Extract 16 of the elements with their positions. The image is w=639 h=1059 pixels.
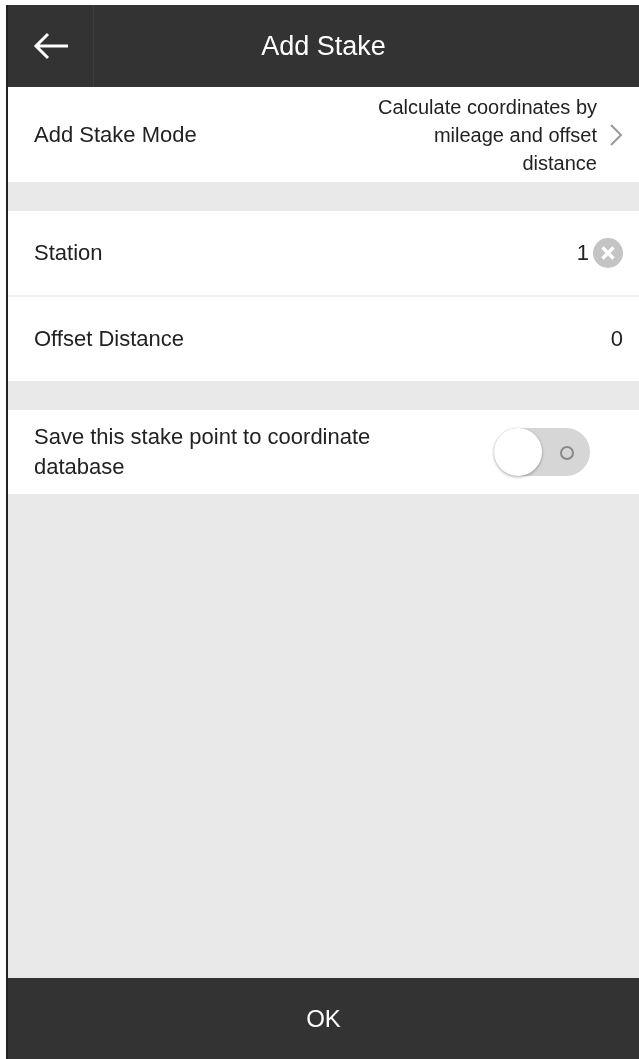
mode-value: Calculate coordinates by mileage and offset distance [377, 94, 597, 176]
mode-row[interactable]: Add Stake Mode Calculate coordinates by mileage and offset distance [8, 87, 639, 182]
field-label: Offset Distance [34, 326, 185, 352]
field-value: 0 [610, 326, 623, 352]
clear-icon[interactable] [593, 238, 623, 268]
field-label: Station [34, 240, 104, 266]
chevron-right-icon [609, 122, 623, 147]
back-arrow-icon [31, 31, 70, 61]
screen-title: Add Stake [260, 30, 387, 62]
ok-button[interactable]: OK [8, 978, 639, 1059]
mode-label: Add Stake Mode [34, 121, 198, 148]
field-row[interactable]: Offset Distance 0 [8, 295, 639, 381]
field-row[interactable]: Station 1 [8, 211, 639, 295]
save-option-label: Save this stake point to coordinate database [34, 423, 372, 481]
toggle-switch[interactable] [494, 428, 590, 476]
field-value: 1 [576, 240, 589, 266]
